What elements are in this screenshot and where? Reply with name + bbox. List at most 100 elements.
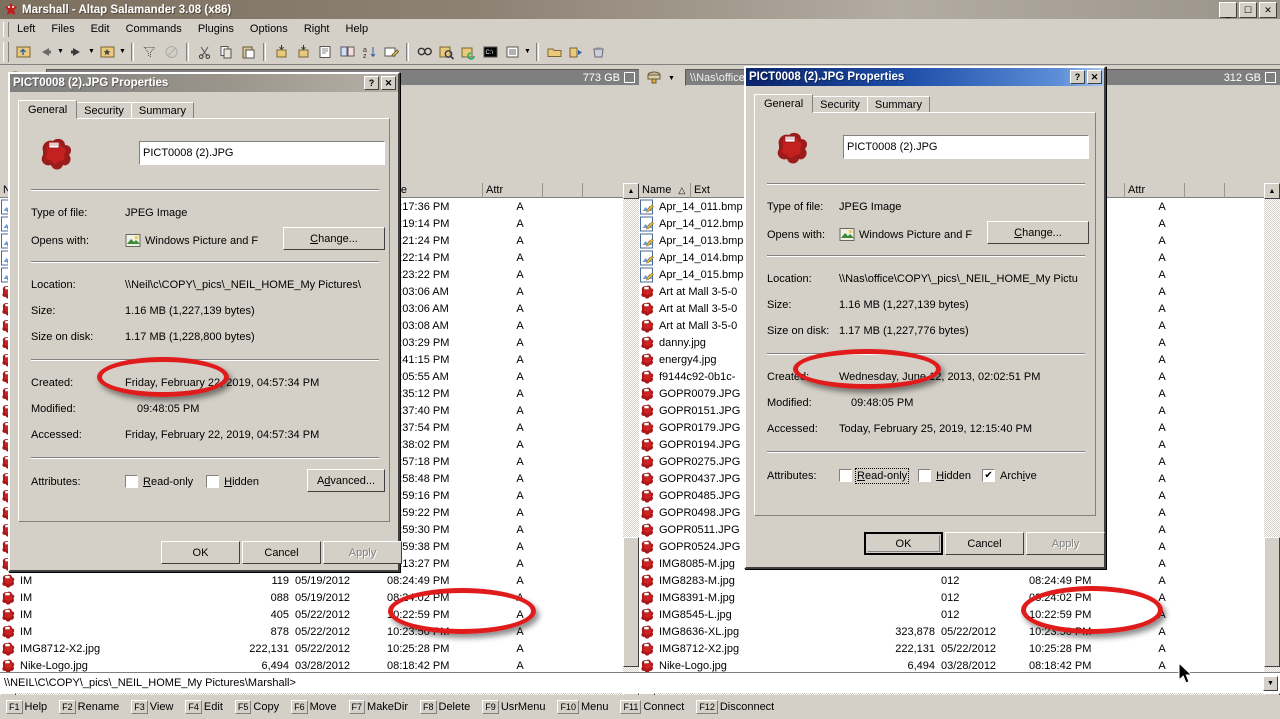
paste-icon[interactable] — [237, 41, 259, 63]
right-dialog-help-button[interactable]: ? — [1070, 70, 1085, 84]
restore-button[interactable]: ☐ — [1239, 2, 1257, 18]
fkey-copy[interactable]: F5Copy — [235, 700, 285, 714]
right-hidden-checkbox[interactable] — [918, 469, 931, 482]
table-row[interactable]: IMG8712-X2.jpg222,13105/22/201210:25:28 … — [0, 640, 623, 657]
right-vertical-scrollbar[interactable]: ▲ ▼ — [1264, 183, 1280, 693]
fkey-view[interactable]: F3View — [131, 700, 179, 714]
table-row[interactable]: IMG8545-L.jpg01210:22:59 PMA — [639, 606, 1264, 623]
copy-icon[interactable] — [215, 41, 237, 63]
table-row[interactable]: IMG8712-X2.jpg222,13105/22/201210:25:28 … — [639, 640, 1264, 657]
left-filename-field[interactable]: PICT0008 (2).JPG — [139, 141, 385, 165]
console-icon[interactable]: C:\ — [479, 41, 501, 63]
fkey-makedir[interactable]: F7MakeDir — [349, 700, 414, 714]
left-dialog-help-button[interactable]: ? — [364, 76, 379, 90]
fkey-usrmenu[interactable]: F9UsrMenu — [482, 700, 551, 714]
toolbar-grip[interactable] — [3, 42, 9, 62]
open-folder-icon[interactable] — [543, 41, 565, 63]
cut-icon[interactable] — [193, 41, 215, 63]
sort-icon[interactable]: az — [358, 41, 380, 63]
table-row[interactable]: IMG8391-M.jpg01208:24:02 PMA — [639, 589, 1264, 606]
window-controls: _ ☐ ✕ — [1219, 2, 1277, 18]
right-dialog-title-bar[interactable]: PICT0008 (2).JPG Properties ? ✕ — [746, 68, 1104, 86]
move-to-icon[interactable] — [292, 41, 314, 63]
right-dialog-close-button[interactable]: ✕ — [1087, 70, 1102, 84]
menu-item-right[interactable]: Right — [296, 21, 338, 37]
right-tab-security[interactable]: Security — [812, 96, 868, 113]
left-tab-summary[interactable]: Summary — [131, 102, 194, 119]
close-button[interactable]: ✕ — [1259, 2, 1277, 18]
right-ok-button[interactable]: OK — [864, 532, 943, 555]
right-tab-summary[interactable]: Summary — [867, 96, 930, 113]
command-history-dropdown-icon[interactable]: ▼ — [1263, 676, 1278, 691]
fkey-delete[interactable]: F8Delete — [420, 700, 476, 714]
batch-rename-icon[interactable] — [380, 41, 402, 63]
table-row[interactable]: IMG8636-XL.jpg323,87805/22/201210:23:50 … — [639, 623, 1264, 640]
table-row[interactable]: IM40505/22/201210:22:59 PMA — [0, 606, 623, 623]
left-advanced-button[interactable]: Advanced... — [307, 469, 385, 492]
menu-item-commands[interactable]: Commands — [118, 21, 190, 37]
right-drive-button[interactable] — [641, 68, 667, 88]
left-tab-security[interactable]: Security — [76, 102, 132, 119]
left-col-attr[interactable]: Attr — [483, 183, 543, 198]
command-line[interactable]: \\NEIL\C\COPY\_pics\_NEIL_HOME_My Pictur… — [0, 672, 1280, 693]
fkey-help[interactable]: F1Help — [6, 700, 53, 714]
right-cancel-button[interactable]: Cancel — [945, 532, 1024, 555]
menu-item-plugins[interactable]: Plugins — [190, 21, 242, 37]
right-col-name[interactable]: Name △ — [639, 183, 691, 198]
menu-item-left[interactable]: Left — [9, 21, 43, 37]
left-dialog-close-button[interactable]: ✕ — [381, 76, 396, 90]
right-readonly-checkbox[interactable] — [839, 469, 852, 482]
right-tab-general[interactable]: General — [754, 94, 813, 113]
menu-item-edit[interactable]: Edit — [83, 21, 118, 37]
fkey-connect[interactable]: F11Connect — [620, 700, 690, 714]
menu-item-options[interactable]: Options — [242, 21, 296, 37]
fkey-edit[interactable]: F4Edit — [185, 700, 228, 714]
fkey-disconnect[interactable]: F12Disconnect — [696, 700, 780, 714]
right-scroll-track[interactable] — [1264, 199, 1280, 677]
right-archive-checkbox[interactable]: ✔ — [982, 469, 995, 482]
view-mode-dropdown-icon[interactable]: ▼ — [523, 41, 532, 63]
right-col-attr[interactable]: Attr — [1125, 183, 1185, 198]
drive-icon[interactable] — [96, 41, 118, 63]
recycle-bin-icon[interactable] — [587, 41, 609, 63]
properties-icon[interactable] — [314, 41, 336, 63]
back-dropdown-icon[interactable]: ▼ — [56, 41, 65, 63]
forward-dropdown-icon[interactable]: ▼ — [87, 41, 96, 63]
right-scroll-up-button[interactable]: ▲ — [1264, 183, 1280, 199]
view-mode-icon[interactable] — [501, 41, 523, 63]
left-tab-general[interactable]: General — [18, 100, 77, 119]
clear-filter-icon[interactable] — [160, 41, 182, 63]
left-scroll-up-button[interactable]: ▲ — [623, 183, 639, 199]
right-drive-dropdown-icon[interactable]: ▼ — [667, 67, 676, 89]
filter-icon[interactable] — [138, 41, 160, 63]
table-row[interactable]: IMG8283-M.jpg01208:24:49 PMA — [639, 572, 1264, 589]
left-vertical-scrollbar[interactable]: ▲ ▼ — [623, 183, 639, 693]
right-filename-field[interactable]: PICT0008 (2).JPG — [843, 135, 1089, 159]
menu-item-help[interactable]: Help — [338, 21, 377, 37]
left-ok-button[interactable]: OK — [161, 541, 240, 564]
right-change-button[interactable]: Change... — [987, 221, 1089, 244]
share-folder-icon[interactable] — [565, 41, 587, 63]
left-hidden-checkbox[interactable] — [206, 475, 219, 488]
left-cancel-button[interactable]: Cancel — [242, 541, 321, 564]
drive-dropdown-icon[interactable]: ▼ — [118, 41, 127, 63]
copy-to-icon[interactable] — [270, 41, 292, 63]
parent-folder-icon[interactable] — [12, 41, 34, 63]
table-row[interactable]: IM87805/22/201210:23:50 PMA — [0, 623, 623, 640]
left-scroll-track[interactable] — [623, 199, 639, 677]
table-row[interactable]: IM11905/19/201208:24:49 PMA — [0, 572, 623, 589]
back-arrow-icon[interactable] — [34, 41, 56, 63]
table-row[interactable]: IM08805/19/201208:24:02 PMA — [0, 589, 623, 606]
minimize-button[interactable]: _ — [1219, 2, 1237, 18]
compare-icon[interactable] — [336, 41, 358, 63]
fkey-menu[interactable]: F10Menu — [557, 700, 614, 714]
forward-arrow-icon[interactable] — [65, 41, 87, 63]
fkey-rename[interactable]: F2Rename — [59, 700, 125, 714]
left-change-button[interactable]: Change... — [283, 227, 385, 250]
find-icon[interactable] — [413, 41, 435, 63]
find-files-icon[interactable] — [435, 41, 457, 63]
fkey-move[interactable]: F6Move — [291, 700, 342, 714]
calc-dir-size-icon[interactable] — [457, 41, 479, 63]
menu-item-files[interactable]: Files — [43, 21, 82, 37]
left-readonly-checkbox[interactable] — [125, 475, 138, 488]
